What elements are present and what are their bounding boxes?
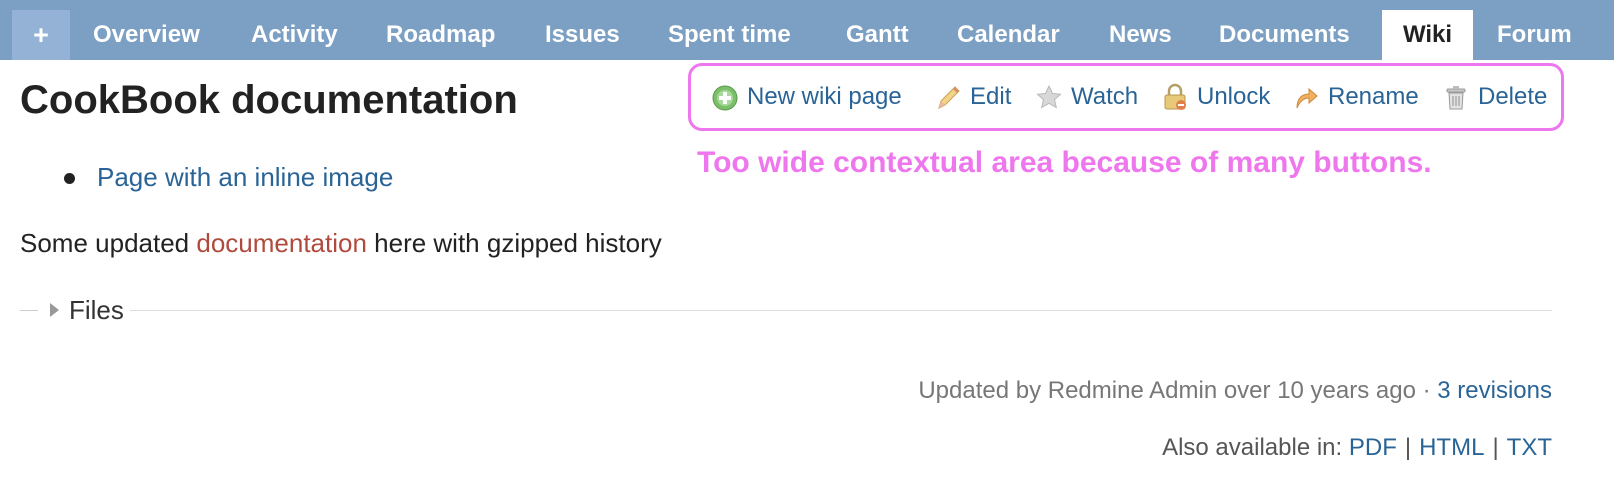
format-separator: | bbox=[1404, 434, 1412, 461]
edit-button[interactable]: Edit bbox=[933, 80, 1011, 114]
tab-calendar[interactable]: Calendar bbox=[957, 10, 1060, 60]
export-txt-link[interactable]: TXT bbox=[1507, 434, 1552, 461]
star-icon bbox=[1034, 82, 1064, 112]
new-wiki-page-label: New wiki page bbox=[747, 83, 902, 110]
tab-wiki[interactable]: Wiki bbox=[1382, 10, 1473, 60]
tab-gantt[interactable]: Gantt bbox=[846, 10, 909, 60]
files-divider-left bbox=[20, 310, 38, 311]
expand-arrow-icon bbox=[50, 303, 59, 317]
add-icon bbox=[710, 82, 740, 112]
revisions-link[interactable]: 3 revisions bbox=[1437, 377, 1552, 404]
export-pdf-link[interactable]: PDF bbox=[1349, 434, 1397, 461]
updated-by-text: Updated by Redmine Admin over 10 years a… bbox=[918, 377, 1438, 404]
lock-icon bbox=[1160, 82, 1190, 112]
tab-issues[interactable]: Issues bbox=[545, 10, 620, 60]
tab-forum[interactable]: Forum bbox=[1497, 10, 1572, 60]
trash-icon bbox=[1441, 82, 1471, 112]
annotation-note: Too wide contextual area because of many… bbox=[697, 146, 1432, 179]
tab-spent-time[interactable]: Spent time bbox=[668, 10, 791, 60]
documentation-link[interactable]: documentation bbox=[196, 228, 367, 258]
watch-button[interactable]: Watch bbox=[1034, 80, 1138, 114]
list-bullet bbox=[64, 173, 75, 184]
tab-activity[interactable]: Activity bbox=[251, 10, 338, 60]
unlock-label: Unlock bbox=[1197, 83, 1271, 110]
new-object-tab[interactable]: + bbox=[12, 10, 70, 60]
export-html-link[interactable]: HTML bbox=[1419, 434, 1484, 461]
rename-button[interactable]: Rename bbox=[1291, 80, 1419, 114]
wiki-page-link[interactable]: Page with an inline image bbox=[97, 162, 393, 193]
watch-label: Watch bbox=[1071, 83, 1139, 110]
delete-button[interactable]: Delete bbox=[1441, 80, 1547, 114]
files-divider-right bbox=[130, 310, 1552, 311]
also-available-label: Also available in: bbox=[1162, 434, 1349, 461]
files-collapsible-toggle[interactable]: Files bbox=[44, 294, 130, 326]
format-separator: | bbox=[1492, 434, 1499, 461]
delete-label: Delete bbox=[1478, 83, 1548, 110]
tab-documents[interactable]: Documents bbox=[1219, 10, 1350, 60]
main-menu-bar: + Overview Activity Roadmap Issues Spent… bbox=[0, 0, 1614, 60]
tab-overview[interactable]: Overview bbox=[93, 10, 200, 60]
rename-label: Rename bbox=[1328, 83, 1419, 110]
pencil-icon bbox=[933, 82, 963, 112]
files-legend: Files bbox=[69, 294, 124, 325]
edit-label: Edit bbox=[970, 83, 1012, 110]
wiki-paragraph: Some updated documentation here with gzi… bbox=[20, 228, 662, 259]
rename-arrow-icon bbox=[1291, 82, 1321, 112]
tab-news[interactable]: News bbox=[1109, 10, 1172, 60]
paragraph-text-after: here with gzipped history bbox=[366, 228, 662, 258]
paragraph-text-before: Some updated bbox=[20, 228, 197, 258]
unlock-button[interactable]: Unlock bbox=[1160, 80, 1270, 114]
tab-roadmap[interactable]: Roadmap bbox=[386, 10, 495, 60]
other-formats: Also available in: PDF | HTML | TXT bbox=[1162, 434, 1552, 462]
update-info: Updated by Redmine Admin over 10 years a… bbox=[918, 377, 1552, 405]
new-wiki-page-button[interactable]: New wiki page bbox=[710, 80, 902, 114]
page-title: CookBook documentation bbox=[20, 78, 518, 122]
